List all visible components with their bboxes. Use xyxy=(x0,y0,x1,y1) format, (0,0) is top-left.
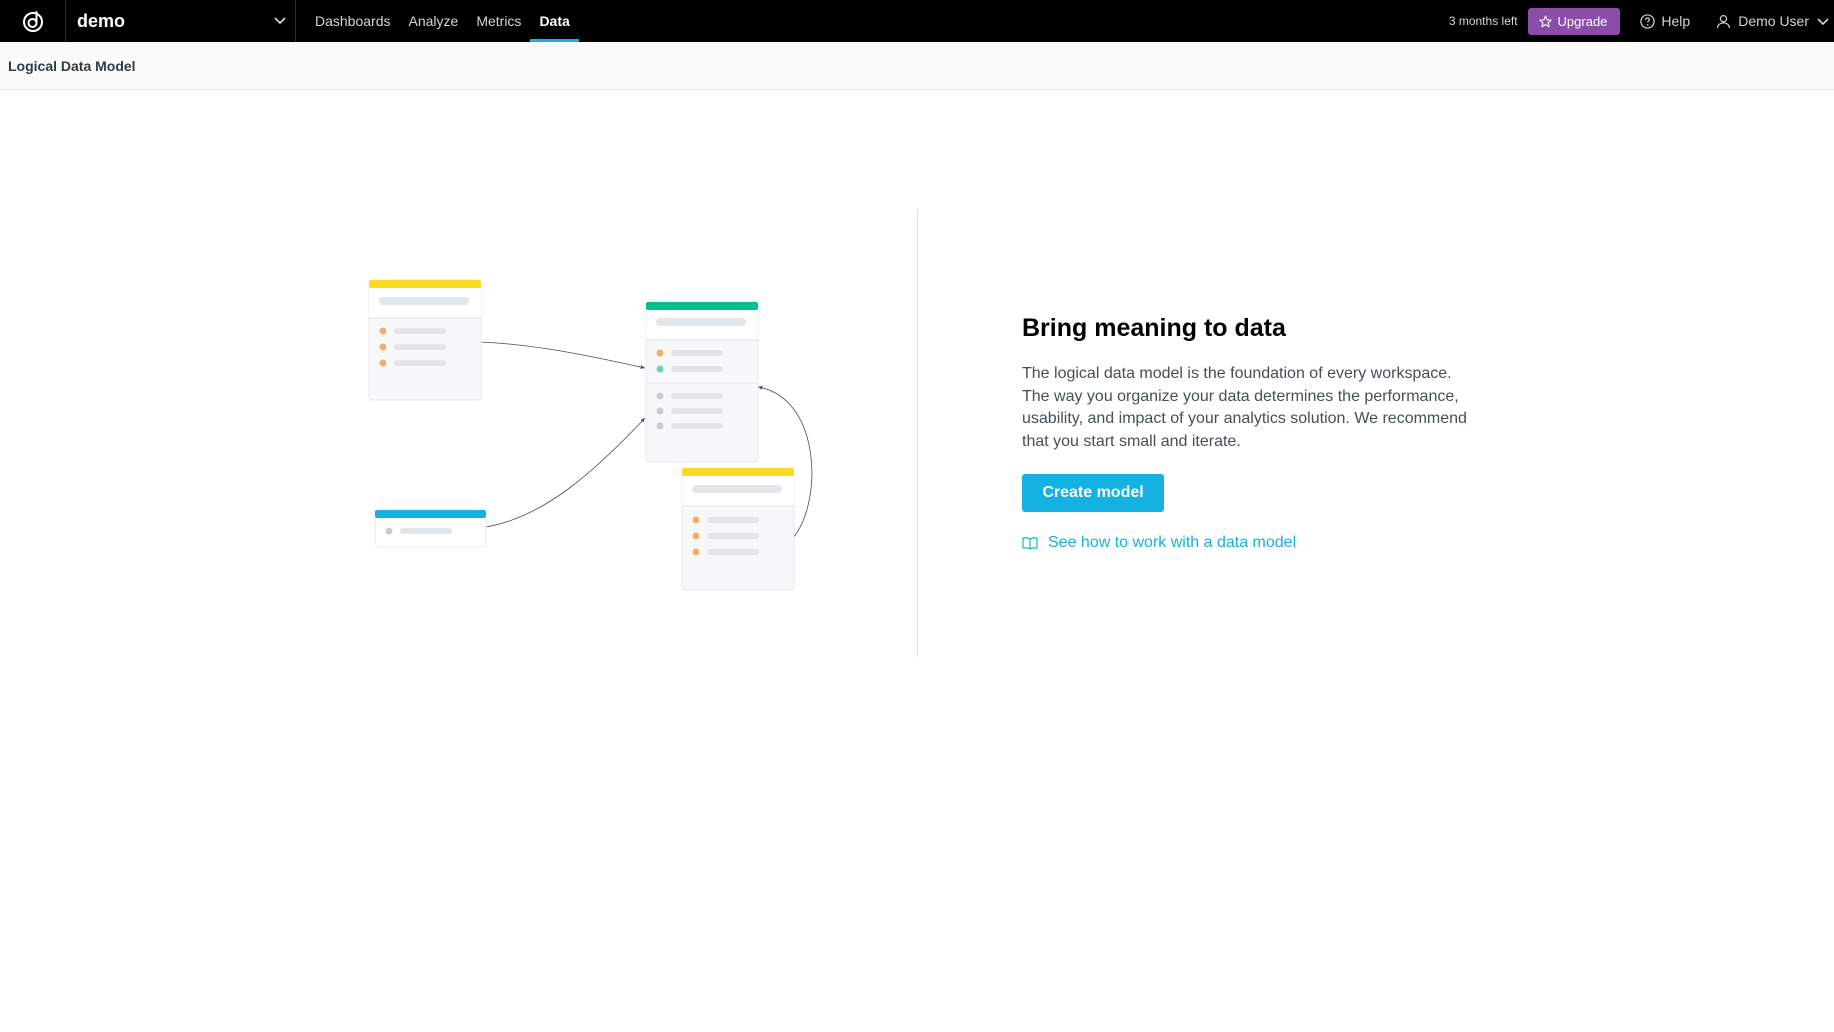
documentation-link-label: See how to work with a data model xyxy=(1048,534,1297,551)
empty-state-heading: Bring meaning to data xyxy=(1022,314,1286,342)
star-icon xyxy=(1538,15,1552,27)
workspace-switcher[interactable]: demo xyxy=(66,0,296,42)
user-menu[interactable]: Demo User xyxy=(1716,13,1830,29)
empty-state-description: The logical data model is the foundation… xyxy=(1022,365,1467,450)
nav-dashboards[interactable]: Dashboards xyxy=(306,0,400,42)
page-title: Logical Data Model xyxy=(8,57,136,74)
dataset-card xyxy=(368,279,482,401)
user-name: Demo User xyxy=(1738,13,1809,29)
main-nav: Dashboards Analyze Metrics Data xyxy=(306,0,580,42)
top-header: demo Dashboards Analyze Metrics Data 3 m… xyxy=(0,0,1834,42)
data-model-illustration xyxy=(368,279,813,591)
dataset-card xyxy=(681,467,795,591)
user-icon xyxy=(1717,14,1731,28)
page-header: Logical Data Model xyxy=(0,42,1834,90)
dataset-card xyxy=(374,509,487,548)
nav-metrics[interactable]: Metrics xyxy=(467,0,530,42)
gooddata-logo-icon xyxy=(22,11,43,32)
question-circle-icon xyxy=(1640,13,1656,29)
dataset-card xyxy=(645,301,759,463)
help-label: Help xyxy=(1661,13,1691,29)
logo[interactable] xyxy=(0,0,66,42)
trial-remaining-text: 3 months left xyxy=(1448,14,1518,28)
empty-state: Bring meaning to data The logical data m… xyxy=(1022,310,1472,552)
chevron-down-icon xyxy=(274,17,286,25)
documentation-link[interactable]: See how to work with a data model xyxy=(1022,534,1472,552)
vertical-divider xyxy=(917,210,918,657)
chevron-down-icon xyxy=(1817,18,1829,26)
help-menu[interactable]: Help xyxy=(1640,13,1690,29)
upgrade-button[interactable]: Upgrade xyxy=(1527,7,1621,35)
nav-data[interactable]: Data xyxy=(530,0,580,42)
header-tools: 3 months left Upgrade Help Demo User xyxy=(1449,0,1834,42)
workspace-name: demo xyxy=(77,10,126,31)
book-icon xyxy=(1022,537,1038,550)
create-model-button[interactable]: Create model xyxy=(1022,474,1164,512)
nav-analyze[interactable]: Analyze xyxy=(400,0,468,42)
upgrade-label: Upgrade xyxy=(1557,13,1608,29)
